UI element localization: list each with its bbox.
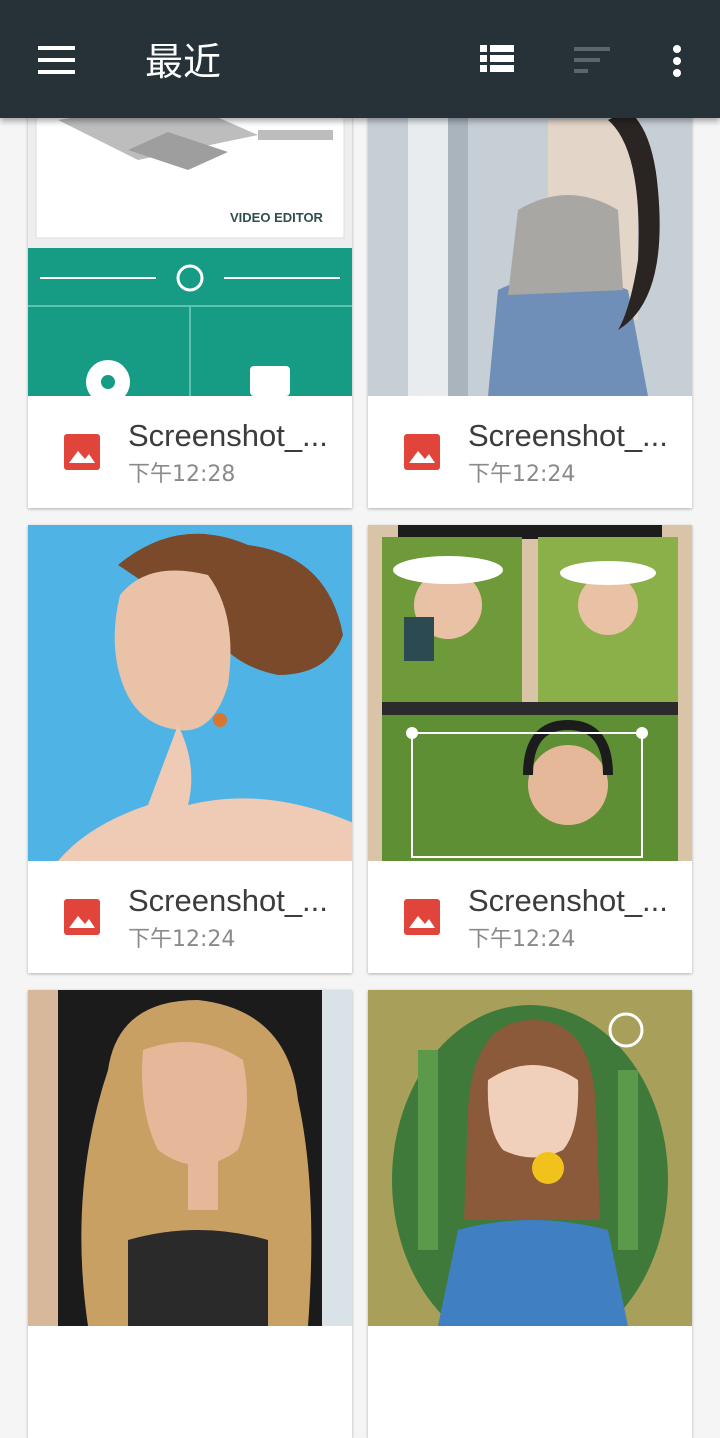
file-meta [368,1326,692,1438]
page-title: 最近 [145,40,222,84]
file-card[interactable]: Screenshot_... 下午12:24 [368,60,692,508]
view-list-icon [480,45,514,72]
more-options-button[interactable] [660,34,694,88]
file-thumbnail [368,990,692,1326]
file-time: 下午12:24 [468,927,576,952]
file-card[interactable] [368,990,692,1438]
file-name: Screenshot_... [128,883,328,918]
menu-icon [38,46,75,74]
file-card[interactable] [28,990,352,1438]
file-card[interactable]: Screenshot_... 下午12:24 [28,525,352,973]
image-file-icon [64,899,100,935]
file-thumbnail [368,525,692,861]
image-file-icon [404,434,440,470]
file-meta: Screenshot_... 下午12:28 [28,396,352,508]
file-meta: Screenshot_... 下午12:24 [368,396,692,508]
file-name: Screenshot_... [468,418,668,453]
file-time: 下午12:28 [128,462,236,487]
recent-files-grid: VIDEO EDITOR Screenshot_... 下午12:28 Scre… [0,0,720,1438]
file-meta [28,1326,352,1438]
file-name: Screenshot_... [468,883,668,918]
file-card[interactable]: Screenshot_... 下午12:24 [368,525,692,973]
thumb-video-editor-text: VIDEO EDITOR [230,210,324,225]
view-toggle-button[interactable] [470,34,524,88]
image-file-icon [64,434,100,470]
file-meta: Screenshot_... 下午12:24 [368,861,692,973]
file-time: 下午12:24 [468,462,576,487]
app-bar: 最近 [0,0,720,118]
file-thumbnail [28,525,352,861]
file-meta: Screenshot_... 下午12:24 [28,861,352,973]
image-file-icon [404,899,440,935]
file-thumbnail [28,990,352,1326]
menu-button[interactable] [22,35,90,85]
more-vert-icon [673,45,681,77]
sort-icon [574,47,610,73]
sort-button[interactable] [565,34,619,88]
file-card[interactable]: VIDEO EDITOR Screenshot_... 下午12:28 [28,60,352,508]
file-name: Screenshot_... [128,418,328,453]
file-time: 下午12:24 [128,927,236,952]
